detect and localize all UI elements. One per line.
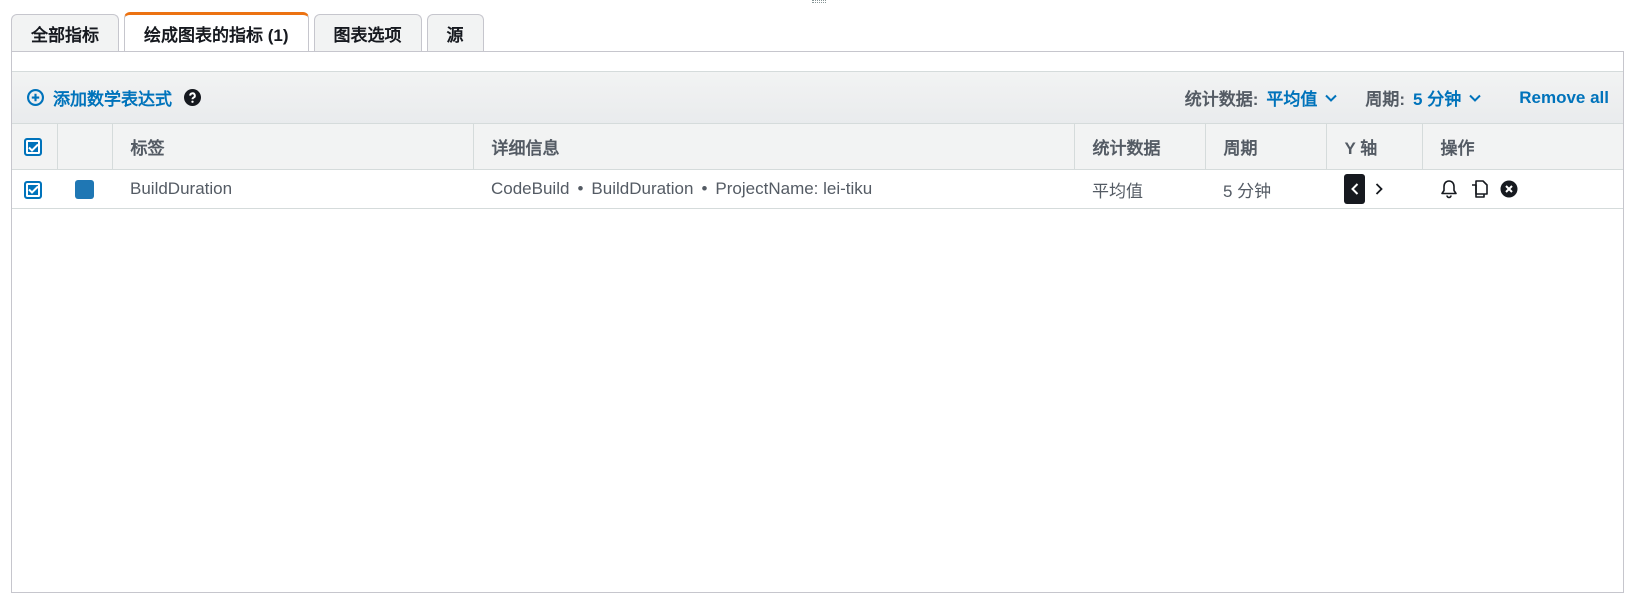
add-math-expression-label: 添加数学表达式 [53, 90, 172, 109]
duplicate-icon[interactable] [1469, 179, 1489, 199]
tab-graph-options[interactable]: 图表选项 [313, 14, 422, 51]
row-actions-group [1440, 179, 1623, 199]
details-dimension: ProjectName: lei-tiku [715, 179, 873, 198]
metrics-toolbar: 添加数学表达式 统计数据: 平均值 周期: 5 分钟 Remove all [12, 71, 1623, 123]
select-all-cell [12, 123, 58, 170]
period-dropdown[interactable]: 5 分钟 [1413, 85, 1481, 110]
remove-all-button[interactable]: Remove all [1519, 88, 1609, 108]
row-y-axis [1326, 169, 1422, 209]
chevron-down-icon [1469, 94, 1481, 102]
graphed-metrics-table: 标签 详细信息 统计数据 周期 Y 轴 操作 BuildDuration Cod… [12, 123, 1623, 209]
separator-dot: • [701, 179, 708, 198]
row-actions [1422, 169, 1623, 209]
statistic-label: 统计数据: [1184, 90, 1259, 109]
column-header-details[interactable]: 详细信息 [473, 123, 1075, 170]
row-period[interactable]: 5 分钟 [1205, 169, 1326, 209]
row-select-cell [12, 169, 57, 209]
row-checkbox[interactable] [24, 180, 42, 199]
toolbar-right-group: 统计数据: 平均值 周期: 5 分钟 Remove all [1185, 85, 1609, 110]
chevron-down-icon [1325, 94, 1338, 102]
row-color-cell [57, 169, 112, 209]
graphed-metrics-panel: 添加数学表达式 统计数据: 平均值 周期: 5 分钟 Remove all 标签… [11, 51, 1624, 593]
column-header-y-axis: Y 轴 [1326, 123, 1423, 170]
checkmark-icon [27, 185, 39, 194]
statistic-value: 平均值 [1266, 90, 1318, 109]
details-metric: BuildDuration [591, 179, 694, 198]
column-header-actions: 操作 [1422, 123, 1623, 170]
color-column-header [57, 123, 113, 170]
tab-bar: 全部指标 绘成图表的指标 (1) 图表选项 源 [11, 12, 489, 51]
period-label: 周期: [1365, 90, 1406, 109]
chevron-left-icon [1350, 183, 1358, 195]
column-header-statistic[interactable]: 统计数据 [1074, 123, 1206, 170]
details-namespace: CodeBuild [491, 179, 570, 198]
tab-all-metrics[interactable]: 全部指标 [11, 14, 119, 51]
separator-dot: • [577, 179, 584, 198]
plus-circle-icon [27, 89, 44, 106]
y-axis-right-button[interactable] [1368, 174, 1389, 204]
y-axis-toggle [1344, 174, 1422, 204]
table-header-row: 标签 详细信息 统计数据 周期 Y 轴 操作 [12, 123, 1623, 170]
statistic-dropdown[interactable]: 平均值 [1266, 85, 1338, 110]
column-header-period[interactable]: 周期 [1205, 123, 1327, 170]
panel-resize-handle[interactable] [812, 0, 826, 3]
bell-icon[interactable] [1440, 179, 1458, 199]
add-math-expression-button[interactable]: 添加数学表达式 [27, 85, 172, 110]
checkmark-icon [27, 143, 39, 152]
column-header-label[interactable]: 标签 [112, 123, 474, 170]
row-statistic[interactable]: 平均值 [1074, 169, 1205, 209]
series-color-swatch[interactable] [75, 180, 94, 199]
row-label[interactable]: BuildDuration [112, 169, 473, 209]
y-axis-left-button[interactable] [1344, 174, 1365, 204]
tab-source[interactable]: 源 [426, 14, 484, 51]
row-details: CodeBuild • BuildDuration • ProjectName: lei… [473, 169, 1074, 209]
select-all-checkbox[interactable] [24, 138, 42, 157]
tab-graphed-metrics[interactable]: 绘成图表的指标 (1) [124, 12, 309, 51]
help-icon[interactable] [184, 89, 201, 106]
table-row: BuildDuration CodeBuild • BuildDuration • Pr… [12, 169, 1623, 209]
period-value: 5 分钟 [1413, 90, 1462, 109]
remove-icon[interactable] [1500, 180, 1518, 198]
chevron-right-icon [1375, 183, 1383, 195]
